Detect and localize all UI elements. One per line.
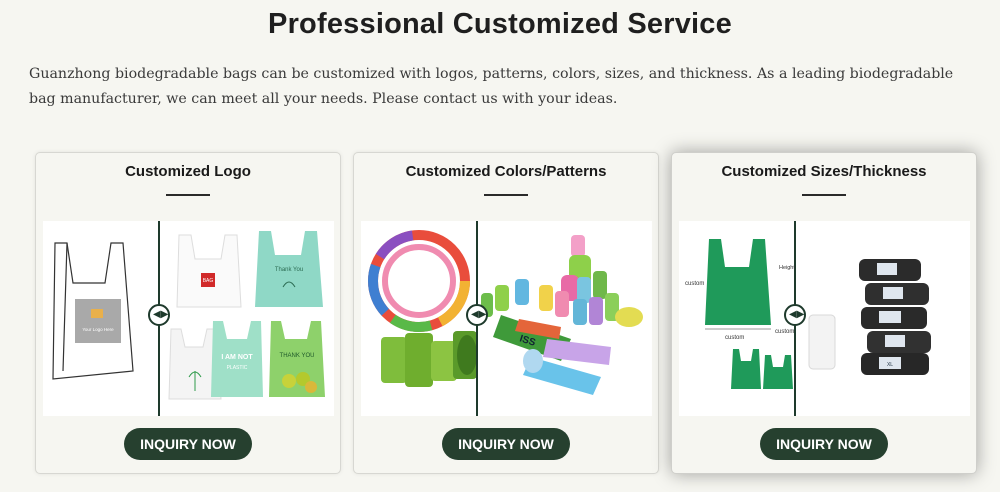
svg-text:THANK YOU: THANK YOU [280,353,315,359]
svg-text:XL: XL [887,362,893,368]
logo-placeholder-image [75,299,121,343]
colorful-rolls-image: ISS [481,235,643,395]
logo-placeholder-label: Your Logo Here [82,327,114,332]
before-after-slider[interactable]: Your Logo Here BAG Thank You I AM NOT PL… [43,221,334,416]
svg-text:BAG: BAG [203,278,214,284]
green-vest-bag-size-diagram: custom custom custom [685,239,794,389]
svg-text:custom: custom [725,335,744,341]
before-after-slider[interactable]: ISS ◀▶ [361,221,652,416]
slider-handle[interactable]: ◀▶ [148,304,170,326]
svg-text:Thank You: Thank You [275,267,303,273]
white-logo-bag-image: BAG [176,234,242,308]
page-title: Professional Customized Service [268,8,732,40]
card-title: Customized Colors/Patterns [405,163,607,180]
svg-text:custom: custom [685,281,704,287]
title-underline [484,194,528,196]
before-after-slider[interactable]: custom custom custom Height XL ◀▶ [679,221,970,416]
svg-text:custom: custom [775,329,794,335]
card-customized-colors-patterns: Customized Colors/Patterns ISS ◀▶ INQUIR… [353,152,659,474]
left-right-arrows-icon: ◀▶ [153,309,169,320]
card-title: Customized Sizes/Thickness [721,163,927,180]
card-customized-logo: Customized Logo Your Logo Here BAG Thank… [35,152,341,474]
green-rolls-image [381,331,477,387]
left-right-arrows-icon: ◀▶ [789,309,805,320]
card-customized-sizes-thickness: Customized Sizes/Thickness custom custom… [671,152,977,474]
color-wheel-image [368,230,470,332]
left-right-arrows-icon: ◀▶ [471,309,487,320]
slider-handle[interactable]: ◀▶ [466,304,488,326]
title-underline [802,194,846,196]
intro-text: Guanzhong biodegradable bags can be cust… [29,66,954,107]
green-thank-you-bag-image: Thank You [255,231,323,307]
inquiry-now-button[interactable]: INQUIRY NOW [442,428,570,460]
svg-text:Height: Height [779,265,795,271]
inquiry-now-button[interactable]: INQUIRY NOW [124,428,252,460]
black-trash-bag-rolls-image: XL [859,259,931,375]
slider-handle[interactable]: ◀▶ [784,304,806,326]
svg-text:PLASTIC: PLASTIC [227,365,248,371]
mint-i-am-not-plastic-bag-image: I AM NOT PLASTIC [211,321,263,397]
inquiry-now-button[interactable]: INQUIRY NOW [760,428,888,460]
card-title: Customized Logo [125,163,251,180]
svg-text:I AM NOT: I AM NOT [221,354,253,361]
green-produce-bag-image: THANK YOU [269,321,325,397]
title-underline [166,194,210,196]
